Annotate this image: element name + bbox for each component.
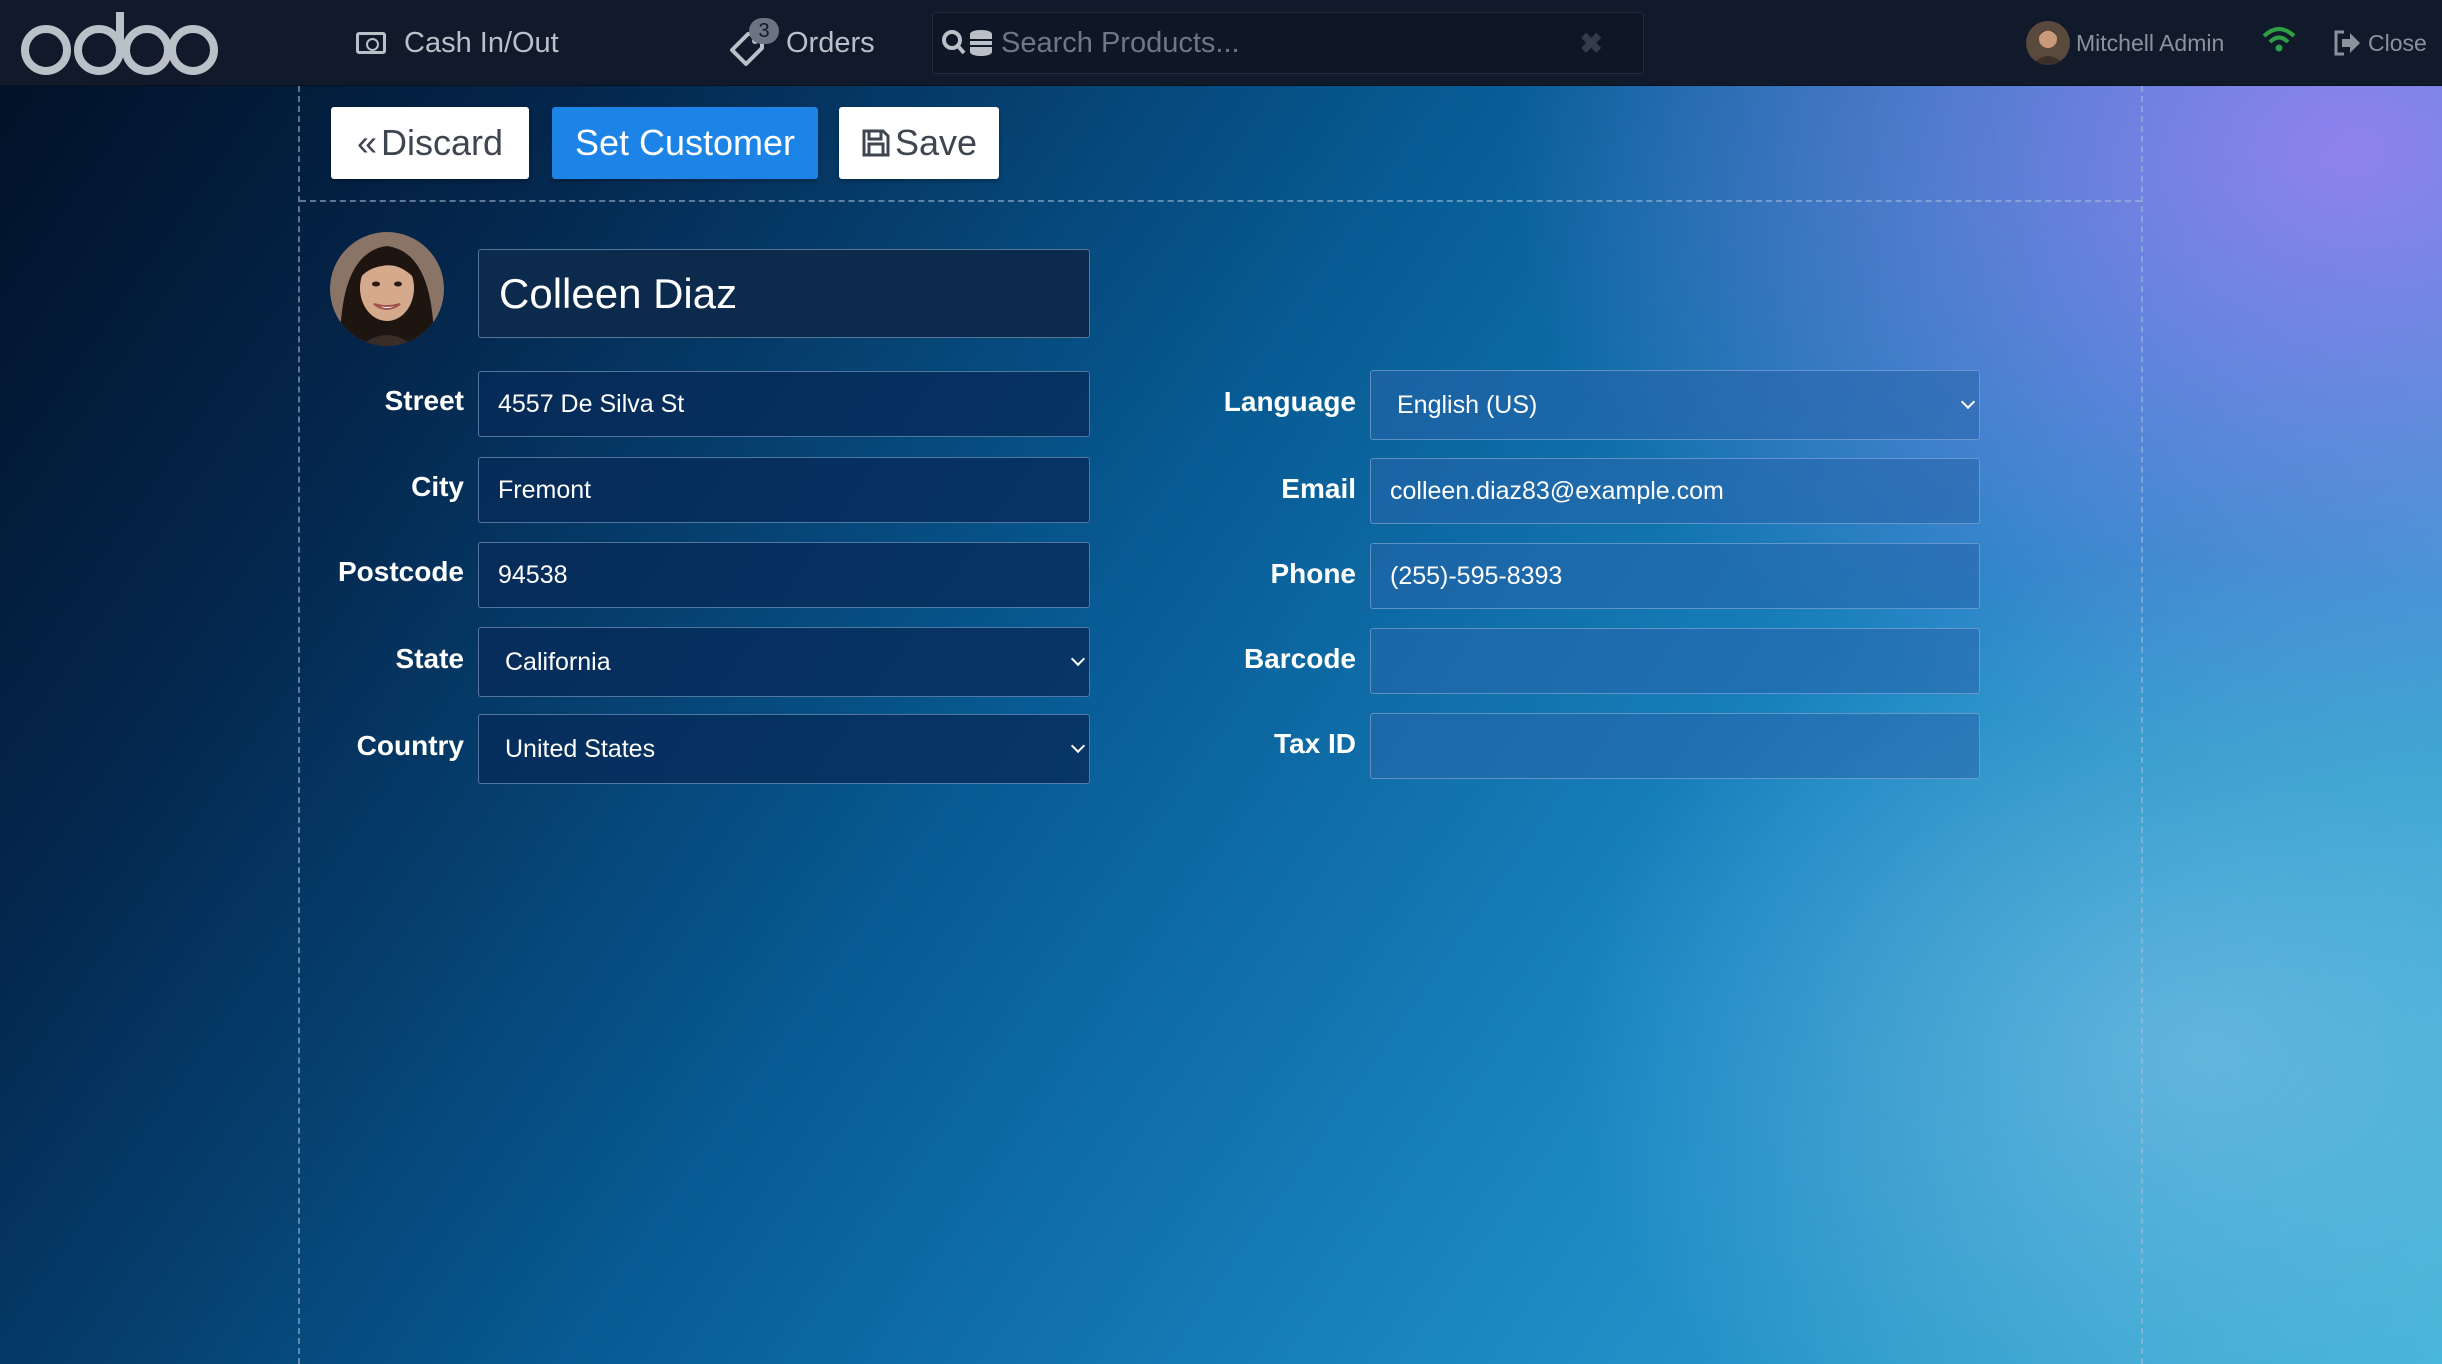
- orders-button[interactable]: 3 Orders: [728, 0, 875, 86]
- cash-in-out-button[interactable]: Cash In/Out: [356, 0, 559, 86]
- close-session-button[interactable]: Close: [2332, 20, 2427, 66]
- wifi-status-icon: [2262, 27, 2296, 52]
- user-avatar: [2026, 21, 2070, 65]
- customer-photo[interactable]: [330, 232, 444, 346]
- language-value: English (US): [1397, 390, 1538, 419]
- street-input[interactable]: [478, 371, 1090, 437]
- orders-count-badge: 3: [749, 18, 779, 44]
- product-search-box: ✖: [932, 12, 1644, 74]
- country-label: Country: [356, 730, 464, 761]
- country-select[interactable]: United States: [478, 714, 1090, 784]
- partner-actions-bar: « Discard Set Customer Save: [300, 86, 2141, 202]
- clear-search-icon[interactable]: ✖: [1580, 27, 1603, 60]
- postcode-label: Postcode: [337, 556, 464, 587]
- language-select[interactable]: English (US): [1370, 370, 1980, 440]
- ticket-tag-icon: 3: [728, 18, 784, 68]
- set-customer-label: Set Customer: [574, 122, 796, 163]
- cash-in-out-label: Cash In/Out: [404, 26, 559, 59]
- orders-label: Orders: [786, 26, 875, 59]
- state-value: California: [505, 647, 611, 676]
- tax-id-input[interactable]: [1370, 713, 1980, 779]
- user-menu[interactable]: Mitchell Admin: [2026, 20, 2224, 66]
- chevron-down-icon: [1070, 651, 1086, 667]
- chevron-down-icon: [1960, 394, 1976, 410]
- barcode-input[interactable]: [1370, 628, 1980, 694]
- phone-input[interactable]: [1370, 543, 1980, 609]
- double-chevron-left-icon: «: [356, 122, 377, 163]
- odoo-logo: odoo: [21, 12, 218, 75]
- discard-label: Discard: [381, 122, 504, 163]
- save-label: Save: [894, 122, 978, 163]
- user-name: Mitchell Admin: [2076, 29, 2225, 56]
- email-input[interactable]: [1370, 458, 1980, 524]
- chevron-down-icon: [1070, 738, 1086, 754]
- sign-out-icon: [2334, 30, 2360, 56]
- save-button[interactable]: Save: [839, 107, 999, 179]
- close-label: Close: [2368, 29, 2427, 56]
- phone-label: Phone: [1270, 558, 1356, 589]
- set-customer-button[interactable]: Set Customer: [552, 107, 818, 179]
- pos-top-bar: odoo Cash In/Out 3 Orders: [0, 0, 2442, 86]
- state-label: State: [395, 643, 464, 674]
- language-label: Language: [1223, 386, 1356, 417]
- state-select[interactable]: California: [478, 627, 1090, 697]
- email-label: Email: [1281, 473, 1356, 504]
- discard-button[interactable]: « Discard: [331, 107, 529, 179]
- street-label: Street: [384, 385, 464, 416]
- barcode-label: Barcode: [1243, 643, 1356, 674]
- product-search-input[interactable]: [1001, 26, 1561, 60]
- search-icon: [942, 30, 992, 56]
- customer-name-input[interactable]: [478, 249, 1090, 338]
- city-label: City: [411, 471, 464, 502]
- country-value: United States: [505, 734, 656, 763]
- tax-id-label: Tax ID: [1274, 728, 1356, 759]
- city-input[interactable]: [478, 457, 1090, 523]
- floppy-disk-icon: [862, 129, 890, 157]
- cash-icon: [356, 32, 386, 54]
- postcode-input[interactable]: [478, 542, 1090, 608]
